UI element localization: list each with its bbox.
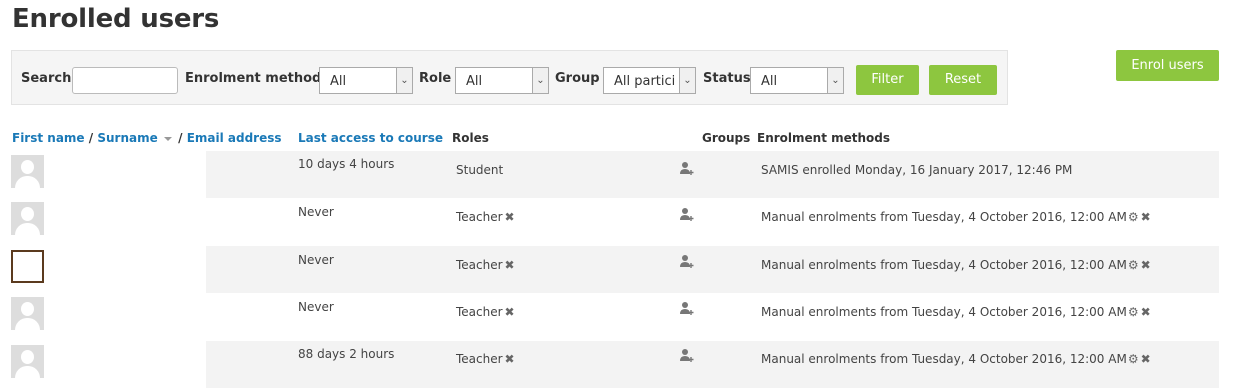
status-value: All [761,74,778,89]
group-label: Group [555,71,600,86]
close-icon[interactable]: ✖ [1141,352,1151,366]
enrolment-method-value: Manual enrolments from Tuesday, 4 Octobe… [761,305,1127,319]
role-value: All [466,74,483,89]
enrol-users-button[interactable]: Enrol users [1116,50,1219,81]
role-value: Teacher [456,305,503,319]
enrolment-method-item: Manual enrolments from Tuesday, 4 Octobe… [761,258,1151,272]
enrolment-method-value: Manual enrolments from Tuesday, 4 Octobe… [761,258,1127,272]
add-group-icon[interactable] [679,348,695,364]
sort-first-name-link[interactable]: First name [12,131,85,145]
enrolment-method-item: Manual enrolments from Tuesday, 4 Octobe… [761,305,1151,319]
group-value: All particip [614,74,676,89]
reset-button[interactable]: Reset [929,65,997,95]
role-value: Teacher [456,352,503,366]
add-group-icon[interactable] [679,161,695,177]
chevron-down-icon: ⌄ [396,68,412,93]
filter-bar: Search Enrolment methods All ⌄ Role All … [11,50,1008,105]
chevron-down-icon: ⌄ [827,68,843,93]
close-icon[interactable]: ✖ [1141,258,1151,272]
filter-button[interactable]: Filter [856,65,919,95]
column-header-groups: Groups [702,131,751,145]
gear-icon[interactable]: ⚙ [1128,352,1139,366]
search-input[interactable] [72,67,178,94]
group-select[interactable]: All particip ⌄ [603,67,696,94]
sort-email-link[interactable]: Email address [187,131,282,145]
role-item: Teacher ✖ [456,210,515,224]
chevron-down-icon: ⌄ [679,68,695,93]
last-access-value: Never [298,300,334,314]
role-item: Teacher ✖ [456,305,515,319]
gear-icon[interactable]: ⚙ [1128,258,1139,272]
sort-last-access-link[interactable]: Last access to course [298,131,443,145]
table-row: 10 days 4 hours Student SAMIS enrolled M… [0,151,1242,198]
avatar[interactable] [11,155,44,188]
role-item: Teacher ✖ [456,352,515,366]
enrolment-method-item: Manual enrolments from Tuesday, 4 Octobe… [761,210,1151,224]
close-icon[interactable]: ✖ [505,258,515,272]
user-name-cell [47,250,206,288]
page-title: Enrolled users [12,4,220,34]
last-access-value: 10 days 4 hours [298,157,395,171]
enrolment-methods-label: Enrolment methods [185,71,330,86]
role-value: Student [456,163,504,177]
role-value: Teacher [456,210,503,224]
table-row: Never Teacher ✖ Manual enrolments from Tu… [0,293,1242,340]
add-group-icon[interactable] [679,301,695,317]
status-label: Status [703,71,751,86]
enrolment-methods-value: All [330,74,347,89]
close-icon[interactable]: ✖ [505,210,515,224]
avatar[interactable] [11,345,44,378]
column-header-name: First name / Surname / Email address [12,131,282,145]
gear-icon[interactable]: ⚙ [1128,210,1139,224]
enrolment-method-item: Manual enrolments from Tuesday, 4 Octobe… [761,352,1151,366]
avatar[interactable] [11,202,44,235]
role-label: Role [419,71,452,86]
role-item: Teacher ✖ [456,258,515,272]
status-select[interactable]: All ⌄ [750,67,844,94]
avatar[interactable] [11,297,44,330]
enrolment-method-value: Manual enrolments from Tuesday, 4 Octobe… [761,210,1127,224]
enrolment-method-value: SAMIS enrolled Monday, 16 January 2017, … [761,163,1073,177]
close-icon[interactable]: ✖ [505,305,515,319]
last-access-value: Never [298,205,334,219]
avatar[interactable] [11,250,44,283]
last-access-value: Never [298,253,334,267]
user-name-cell [47,345,206,383]
table-row: Never Teacher ✖ Manual enrolments from Tu… [0,246,1242,293]
header-separator: / [88,131,94,145]
add-group-icon[interactable] [679,207,695,223]
user-name-cell [47,155,206,193]
sort-desc-icon [163,136,172,141]
role-value: Teacher [456,258,503,272]
enrolment-methods-select[interactable]: All ⌄ [319,67,413,94]
column-header-roles: Roles [452,131,489,145]
header-separator: / [178,131,183,145]
role-select[interactable]: All ⌄ [455,67,549,94]
table-row: 88 days 2 hours Teacher ✖ Manual enrolmen… [0,341,1242,388]
table-row: Never Teacher ✖ Manual enrolments from Tu… [0,198,1242,245]
close-icon[interactable]: ✖ [1141,210,1151,224]
sort-surname-link[interactable]: Surname [97,131,157,145]
last-access-value: 88 days 2 hours [298,347,395,361]
close-icon[interactable]: ✖ [1141,305,1151,319]
gear-icon[interactable]: ⚙ [1128,305,1139,319]
close-icon[interactable]: ✖ [505,352,515,366]
search-label: Search [21,71,72,86]
enrolment-method-value: Manual enrolments from Tuesday, 4 Octobe… [761,352,1127,366]
column-header-enrolment-methods: Enrolment methods [757,131,891,145]
chevron-down-icon: ⌄ [532,68,548,93]
add-group-icon[interactable] [679,254,695,270]
